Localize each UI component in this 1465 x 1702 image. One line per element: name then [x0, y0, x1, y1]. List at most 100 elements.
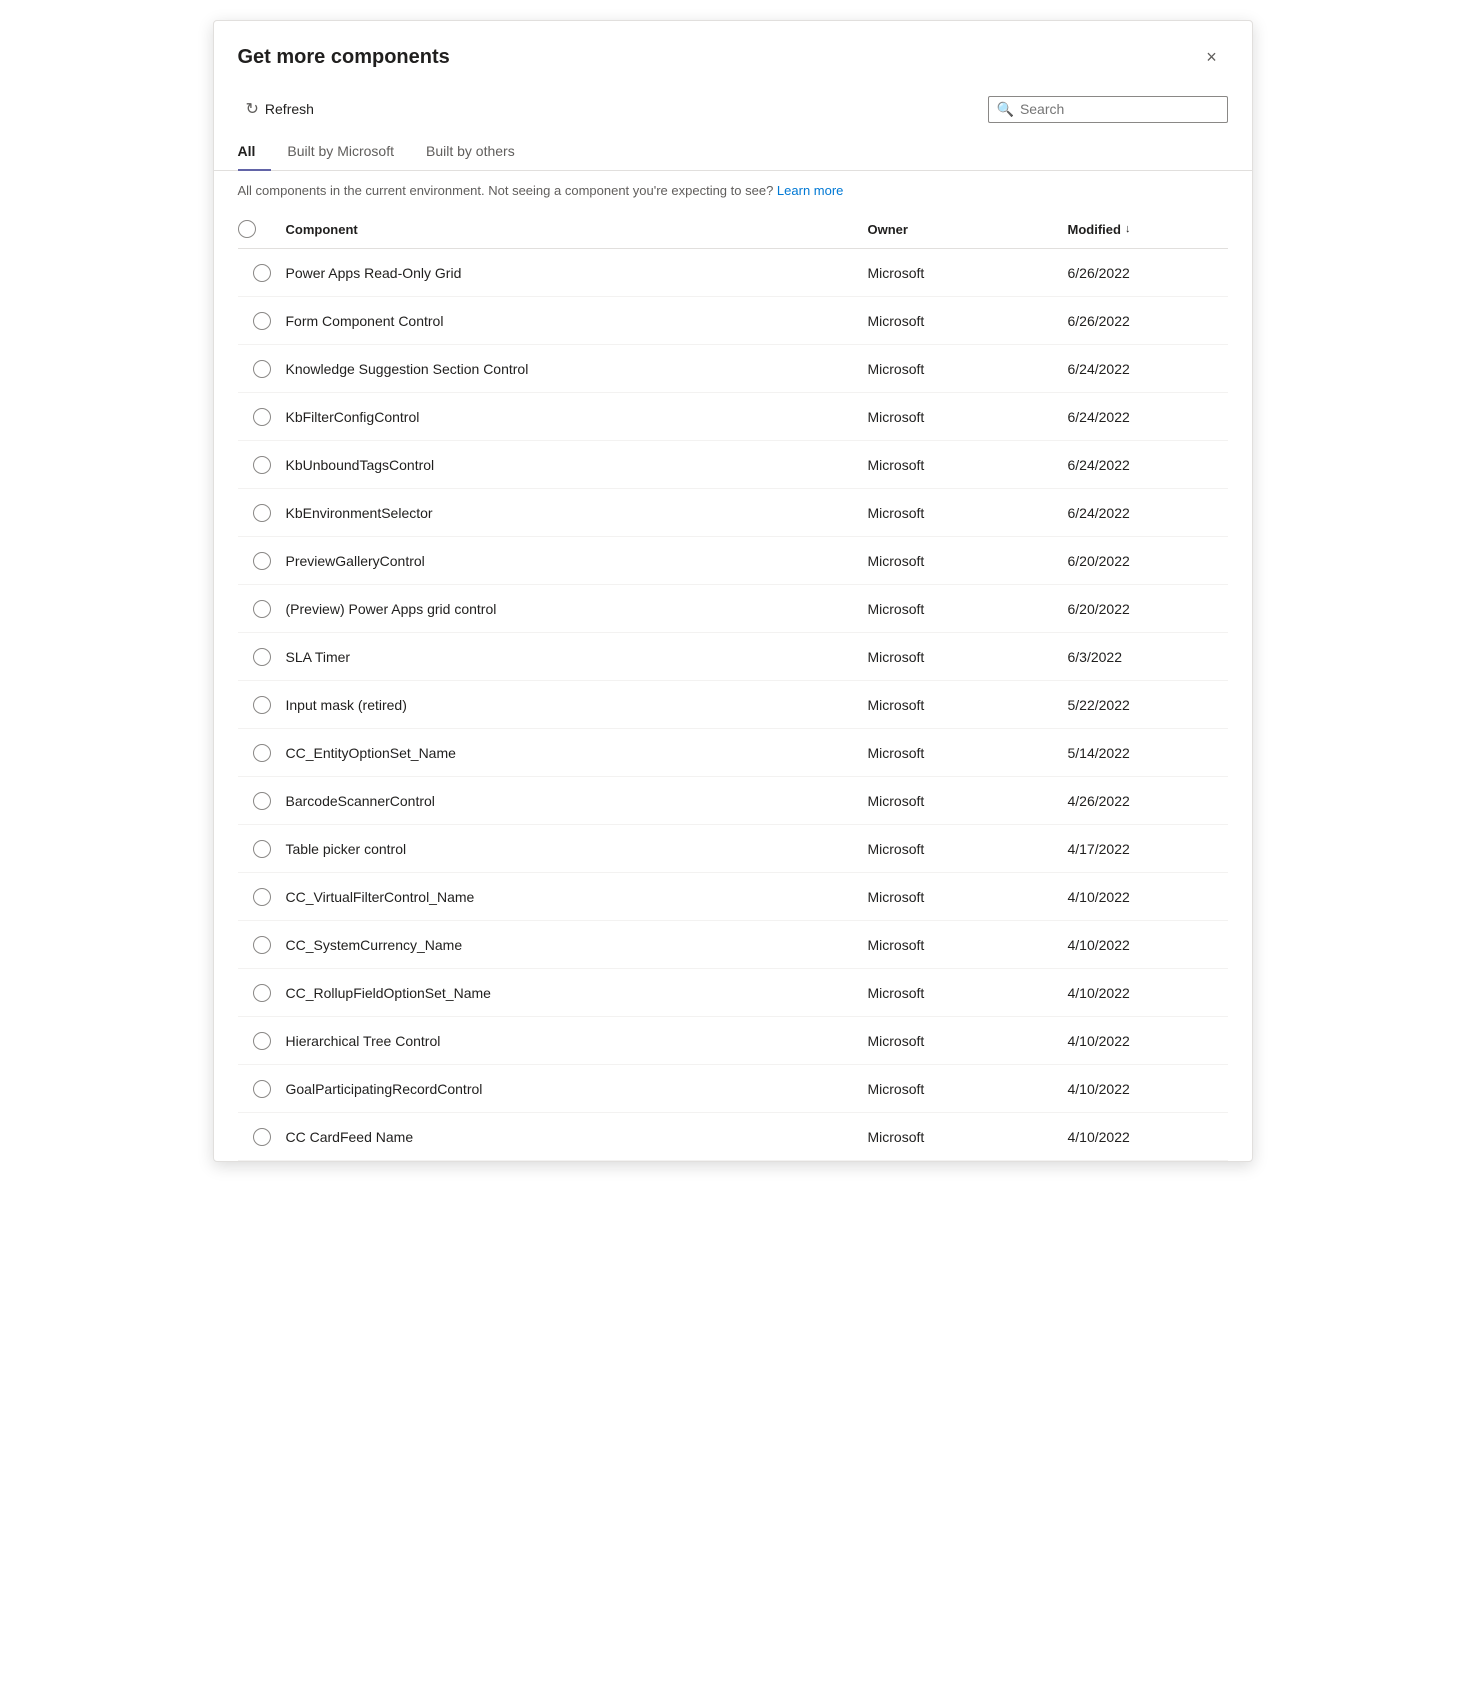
row-owner-14: Microsoft [868, 937, 1068, 953]
row-component-12: Table picker control [286, 829, 868, 869]
table-row[interactable]: Input mask (retired) Microsoft 5/22/2022 [238, 681, 1228, 729]
table-row[interactable]: SLA Timer Microsoft 6/3/2022 [238, 633, 1228, 681]
row-component-14: CC_SystemCurrency_Name [286, 925, 868, 965]
components-table: Component Owner Modified ↓ Power Apps Re… [214, 210, 1252, 1161]
refresh-icon: ↻ [246, 99, 259, 119]
row-checkbox-15[interactable] [238, 984, 286, 1002]
row-select-7[interactable] [253, 600, 271, 618]
row-select-10[interactable] [253, 744, 271, 762]
table-row[interactable]: CC_VirtualFilterControl_Name Microsoft 4… [238, 873, 1228, 921]
row-modified-13: 4/10/2022 [1068, 889, 1228, 905]
row-select-0[interactable] [253, 264, 271, 282]
row-modified-0: 6/26/2022 [1068, 265, 1228, 281]
table-row[interactable]: CC_RollupFieldOptionSet_Name Microsoft 4… [238, 969, 1228, 1017]
learn-more-link[interactable]: Learn more [777, 183, 843, 198]
row-checkbox-2[interactable] [238, 360, 286, 378]
table-row[interactable]: KbUnboundTagsControl Microsoft 6/24/2022 [238, 441, 1228, 489]
table-row[interactable]: Form Component Control Microsoft 6/26/20… [238, 297, 1228, 345]
row-component-3: KbFilterConfigControl [286, 397, 868, 437]
row-select-8[interactable] [253, 648, 271, 666]
row-checkbox-9[interactable] [238, 696, 286, 714]
row-checkbox-8[interactable] [238, 648, 286, 666]
row-modified-5: 6/24/2022 [1068, 505, 1228, 521]
row-component-9: Input mask (retired) [286, 685, 868, 725]
row-checkbox-7[interactable] [238, 600, 286, 618]
row-component-8: SLA Timer [286, 637, 868, 677]
row-checkbox-17[interactable] [238, 1080, 286, 1098]
header-modified[interactable]: Modified ↓ [1068, 222, 1228, 237]
row-select-11[interactable] [253, 792, 271, 810]
table-row[interactable]: KbEnvironmentSelector Microsoft 6/24/202… [238, 489, 1228, 537]
search-input[interactable] [1020, 101, 1219, 117]
row-modified-10: 5/14/2022 [1068, 745, 1228, 761]
table-row[interactable]: CC_EntityOptionSet_Name Microsoft 5/14/2… [238, 729, 1228, 777]
table-row[interactable]: KbFilterConfigControl Microsoft 6/24/202… [238, 393, 1228, 441]
table-row[interactable]: BarcodeScannerControl Microsoft 4/26/202… [238, 777, 1228, 825]
row-checkbox-6[interactable] [238, 552, 286, 570]
row-select-15[interactable] [253, 984, 271, 1002]
row-checkbox-14[interactable] [238, 936, 286, 954]
table-row[interactable]: (Preview) Power Apps grid control Micros… [238, 585, 1228, 633]
dialog-title: Get more components [238, 46, 450, 69]
row-component-6: PreviewGalleryControl [286, 541, 868, 581]
row-modified-18: 4/10/2022 [1068, 1129, 1228, 1145]
row-modified-9: 5/22/2022 [1068, 697, 1228, 713]
close-button[interactable]: × [1196, 41, 1228, 73]
table-row[interactable]: Power Apps Read-Only Grid Microsoft 6/26… [238, 249, 1228, 297]
row-checkbox-10[interactable] [238, 744, 286, 762]
row-select-5[interactable] [253, 504, 271, 522]
row-select-13[interactable] [253, 888, 271, 906]
table-row[interactable]: Table picker control Microsoft 4/17/2022 [238, 825, 1228, 873]
row-owner-17: Microsoft [868, 1081, 1068, 1097]
tab-built-by-others[interactable]: Built by others [410, 133, 531, 171]
table-row[interactable]: CC_SystemCurrency_Name Microsoft 4/10/20… [238, 921, 1228, 969]
row-select-1[interactable] [253, 312, 271, 330]
row-modified-6: 6/20/2022 [1068, 553, 1228, 569]
table-row[interactable]: GoalParticipatingRecordControl Microsoft… [238, 1065, 1228, 1113]
row-checkbox-1[interactable] [238, 312, 286, 330]
row-select-16[interactable] [253, 1032, 271, 1050]
info-text: All components in the current environmen… [238, 183, 774, 198]
row-select-12[interactable] [253, 840, 271, 858]
row-checkbox-11[interactable] [238, 792, 286, 810]
row-checkbox-12[interactable] [238, 840, 286, 858]
row-component-17: GoalParticipatingRecordControl [286, 1069, 868, 1109]
row-select-6[interactable] [253, 552, 271, 570]
row-modified-17: 4/10/2022 [1068, 1081, 1228, 1097]
table-row[interactable]: CC CardFeed Name Microsoft 4/10/2022 [238, 1113, 1228, 1161]
row-select-18[interactable] [253, 1128, 271, 1146]
row-checkbox-18[interactable] [238, 1128, 286, 1146]
row-owner-7: Microsoft [868, 601, 1068, 617]
row-select-17[interactable] [253, 1080, 271, 1098]
table-row[interactable]: PreviewGalleryControl Microsoft 6/20/202… [238, 537, 1228, 585]
row-owner-16: Microsoft [868, 1033, 1068, 1049]
row-checkbox-3[interactable] [238, 408, 286, 426]
row-select-9[interactable] [253, 696, 271, 714]
row-checkbox-13[interactable] [238, 888, 286, 906]
row-select-4[interactable] [253, 456, 271, 474]
row-select-14[interactable] [253, 936, 271, 954]
row-owner-15: Microsoft [868, 985, 1068, 1001]
row-component-15: CC_RollupFieldOptionSet_Name [286, 973, 868, 1013]
table-row[interactable]: Knowledge Suggestion Section Control Mic… [238, 345, 1228, 393]
select-all-checkbox[interactable] [238, 220, 256, 238]
tab-all[interactable]: All [238, 133, 272, 171]
row-owner-2: Microsoft [868, 361, 1068, 377]
row-select-2[interactable] [253, 360, 271, 378]
row-checkbox-0[interactable] [238, 264, 286, 282]
refresh-button[interactable]: ↻ Refresh [238, 93, 322, 125]
row-checkbox-16[interactable] [238, 1032, 286, 1050]
row-checkbox-4[interactable] [238, 456, 286, 474]
tab-built-by-microsoft[interactable]: Built by Microsoft [271, 133, 410, 171]
row-modified-16: 4/10/2022 [1068, 1033, 1228, 1049]
dialog-header: Get more components × [214, 21, 1252, 85]
row-checkbox-5[interactable] [238, 504, 286, 522]
tabs-bar: All Built by Microsoft Built by others [214, 133, 1252, 171]
row-owner-18: Microsoft [868, 1129, 1068, 1145]
row-owner-10: Microsoft [868, 745, 1068, 761]
table-row[interactable]: Hierarchical Tree Control Microsoft 4/10… [238, 1017, 1228, 1065]
refresh-label: Refresh [265, 101, 314, 117]
row-owner-4: Microsoft [868, 457, 1068, 473]
row-select-3[interactable] [253, 408, 271, 426]
row-owner-6: Microsoft [868, 553, 1068, 569]
